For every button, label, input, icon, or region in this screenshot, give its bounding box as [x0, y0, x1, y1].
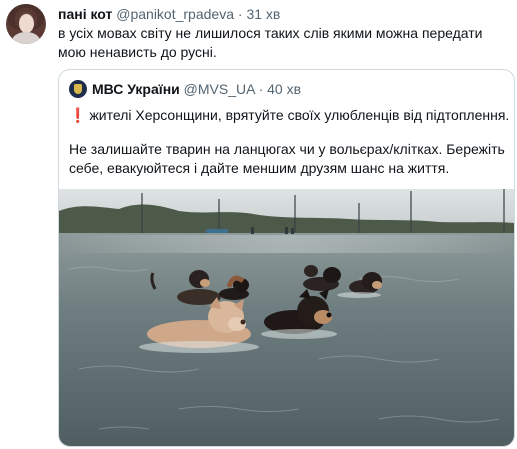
tweet-text: в усіх мовах світу не лишилося таких слі… — [58, 25, 483, 60]
flood-dogs-photo[interactable] — [59, 189, 514, 446]
separator-dot: · — [237, 6, 243, 22]
avatar-body — [12, 32, 40, 44]
tweet-header: пані кот @panikot_rpadeva · 31 хв — [58, 5, 280, 23]
tweet[interactable]: пані кот @panikot_rpadeva · 31 хв в усіх… — [0, 0, 517, 449]
quoted-tweet-header: МВС України @MVS_UA · 40 хв — [69, 79, 301, 99]
tweet-time[interactable]: 31 хв — [246, 6, 280, 22]
quoted-author-handle: @MVS_UA — [183, 81, 255, 97]
author-handle[interactable]: @panikot_rpadeva — [116, 6, 234, 22]
quoted-text-line1: ❗ жителі Херсонщини, врятуйте своїх улюбл… — [69, 106, 509, 125]
exclamation-icon: ❗ — [69, 107, 87, 123]
quoted-tweet-time: 40 хв — [267, 81, 302, 97]
quoted-author-name: МВС України — [92, 81, 180, 97]
quoted-separator-dot: · — [258, 81, 264, 97]
quoted-text-line2: Не залишайте тварин на ланцюгах чи у вол… — [69, 141, 505, 176]
quoted-tweet[interactable]: МВС України @MVS_UA · 40 хв ❗ жителі Херс… — [58, 69, 515, 447]
quoted-text-line1-content: жителі Херсонщини, врятуйте своїх улюбле… — [89, 107, 510, 123]
avatar[interactable] — [6, 4, 46, 44]
author-name[interactable]: пані кот — [58, 6, 112, 22]
police-emblem-icon — [69, 80, 87, 99]
avatar-face — [19, 14, 34, 33]
flood-water — [59, 233, 514, 446]
